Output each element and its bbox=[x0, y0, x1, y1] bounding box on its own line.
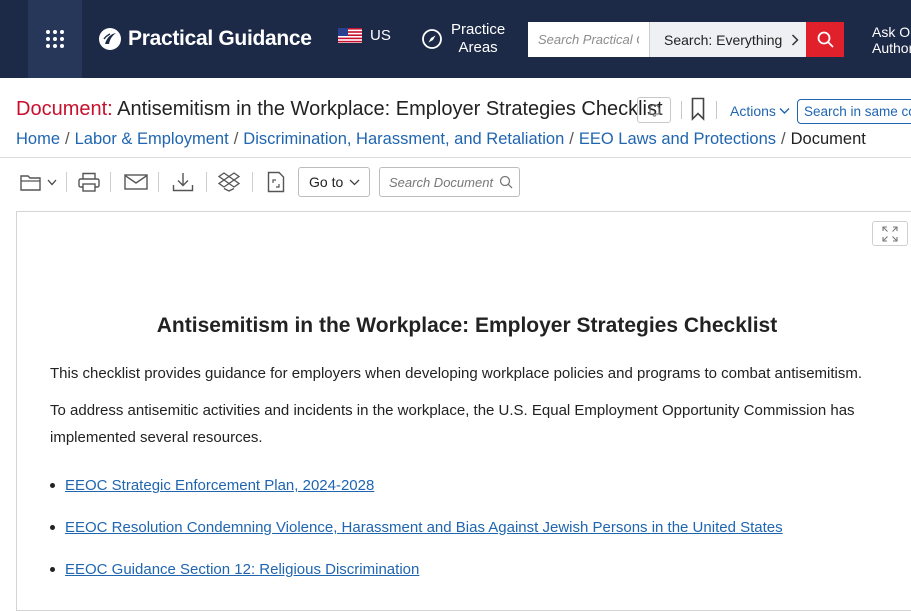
brand-logo[interactable]: Practical Guidance bbox=[98, 24, 312, 54]
search-button[interactable] bbox=[806, 22, 844, 57]
toolbar-divider bbox=[110, 172, 111, 192]
email-button[interactable] bbox=[122, 168, 150, 196]
link-eeoc-resolution[interactable]: EEOC Resolution Condemning Violence, Har… bbox=[65, 519, 783, 536]
breadcrumb-separator: / bbox=[65, 130, 70, 148]
list-item: EEOC Strategic Enforcement Plan, 2024-20… bbox=[50, 477, 374, 494]
breadcrumb-separator: / bbox=[781, 130, 786, 148]
practice-label-line2: Areas bbox=[458, 39, 498, 56]
goto-dropdown[interactable]: Go to bbox=[298, 167, 370, 197]
resources-paragraph: To address antisemitic activities and in… bbox=[50, 402, 855, 446]
document-search-input[interactable] bbox=[380, 173, 499, 191]
search-scope-dropdown[interactable]: Search: Everything bbox=[649, 22, 806, 57]
print-button[interactable] bbox=[76, 168, 102, 196]
intro-paragraph: This checklist provides guidance for emp… bbox=[50, 365, 863, 382]
email-icon bbox=[124, 174, 148, 190]
dropbox-icon bbox=[218, 172, 240, 192]
bullet-dot bbox=[50, 567, 55, 572]
breadcrumb-separator: / bbox=[569, 130, 574, 148]
folder-menu-button[interactable] bbox=[18, 168, 58, 196]
bell-icon bbox=[647, 104, 661, 117]
header-divider bbox=[681, 101, 682, 119]
chevron-down-icon bbox=[47, 179, 56, 185]
expand-button[interactable] bbox=[872, 221, 908, 246]
chevron-down-icon bbox=[349, 179, 360, 185]
us-flag-icon bbox=[338, 28, 362, 43]
page-title: Document: Antisemitism in the Workplace:… bbox=[16, 98, 663, 121]
document-view-button[interactable] bbox=[264, 168, 288, 196]
ask-label-line1: Ask Our bbox=[872, 24, 911, 40]
bookmark-icon bbox=[691, 97, 705, 121]
document-title: Antisemitism in the Workplace: Employer … bbox=[117, 98, 663, 120]
search-same-content-button[interactable]: Search in same content type bbox=[797, 99, 911, 124]
list-item: EEOC Guidance Section 12: Religious Disc… bbox=[50, 561, 419, 578]
goto-label: Go to bbox=[309, 174, 344, 190]
breadcrumb-current: Document bbox=[790, 130, 866, 148]
expand-icon bbox=[882, 225, 898, 242]
breadcrumb-home[interactable]: Home bbox=[16, 130, 60, 148]
print-icon bbox=[78, 172, 100, 192]
search-scope-label: Search: Everything bbox=[664, 31, 783, 48]
region-label: US bbox=[370, 27, 391, 44]
practice-areas-menu[interactable]: Practice Areas bbox=[421, 21, 505, 57]
ask-our-authors-link[interactable]: Ask Our Authors bbox=[872, 24, 911, 56]
global-search: Search: Everything bbox=[528, 22, 844, 57]
compass-icon bbox=[422, 29, 442, 49]
chevron-right-icon bbox=[792, 33, 799, 46]
document-icon bbox=[267, 171, 285, 193]
search-icon[interactable] bbox=[499, 175, 513, 189]
link-eeoc-guidance-section-12[interactable]: EEOC Guidance Section 12: Religious Disc… bbox=[65, 561, 419, 578]
document-search bbox=[379, 167, 520, 197]
actions-menu[interactable]: Actions bbox=[730, 103, 790, 119]
dropbox-button[interactable] bbox=[216, 168, 242, 196]
search-icon bbox=[817, 31, 834, 48]
download-button[interactable] bbox=[170, 168, 196, 196]
breadcrumb-discrimination[interactable]: Discrimination, Harassment, and Retaliat… bbox=[243, 130, 564, 148]
header-divider bbox=[716, 101, 717, 119]
app-grid-button[interactable] bbox=[28, 0, 82, 78]
breadcrumb-eeo-laws[interactable]: EEO Laws and Protections bbox=[579, 130, 776, 148]
chevron-down-icon bbox=[779, 108, 790, 114]
list-item: EEOC Resolution Condemning Violence, Har… bbox=[50, 519, 783, 536]
document-heading: Antisemitism in the Workplace: Employer … bbox=[156, 314, 778, 337]
brand-name: Practical Guidance bbox=[128, 27, 312, 50]
link-eeoc-strategic-plan[interactable]: EEOC Strategic Enforcement Plan, 2024-20… bbox=[65, 477, 374, 494]
region-selector[interactable]: US bbox=[338, 27, 391, 44]
bullet-dot bbox=[50, 525, 55, 530]
top-navbar: Practical Guidance US Practice Areas Sea… bbox=[0, 0, 911, 78]
breadcrumb-labor-employment[interactable]: Labor & Employment bbox=[75, 130, 229, 148]
app-grid-icon bbox=[46, 30, 64, 48]
download-icon bbox=[172, 173, 194, 192]
global-search-input[interactable] bbox=[528, 22, 649, 57]
bookmark-button[interactable] bbox=[691, 97, 705, 126]
folder-icon bbox=[19, 174, 41, 191]
toolbar-divider bbox=[206, 172, 207, 192]
brand-logo-icon bbox=[99, 28, 121, 50]
actions-label: Actions bbox=[730, 103, 776, 119]
toolbar-divider bbox=[66, 172, 67, 192]
toolbar-divider bbox=[252, 172, 253, 192]
document-label: Document: bbox=[16, 98, 113, 120]
toolbar-divider bbox=[158, 172, 159, 192]
practice-label-line1: Practice bbox=[451, 21, 506, 38]
ask-label-line2: Authors bbox=[872, 40, 911, 56]
header-divider-line bbox=[0, 157, 911, 158]
bullet-dot bbox=[50, 483, 55, 488]
alert-button[interactable] bbox=[637, 97, 671, 123]
breadcrumb: Home / Labor & Employment / Discrimination, … bbox=[16, 130, 866, 149]
practice-areas-label: Practice Areas bbox=[451, 21, 505, 57]
breadcrumb-separator: / bbox=[233, 130, 239, 148]
